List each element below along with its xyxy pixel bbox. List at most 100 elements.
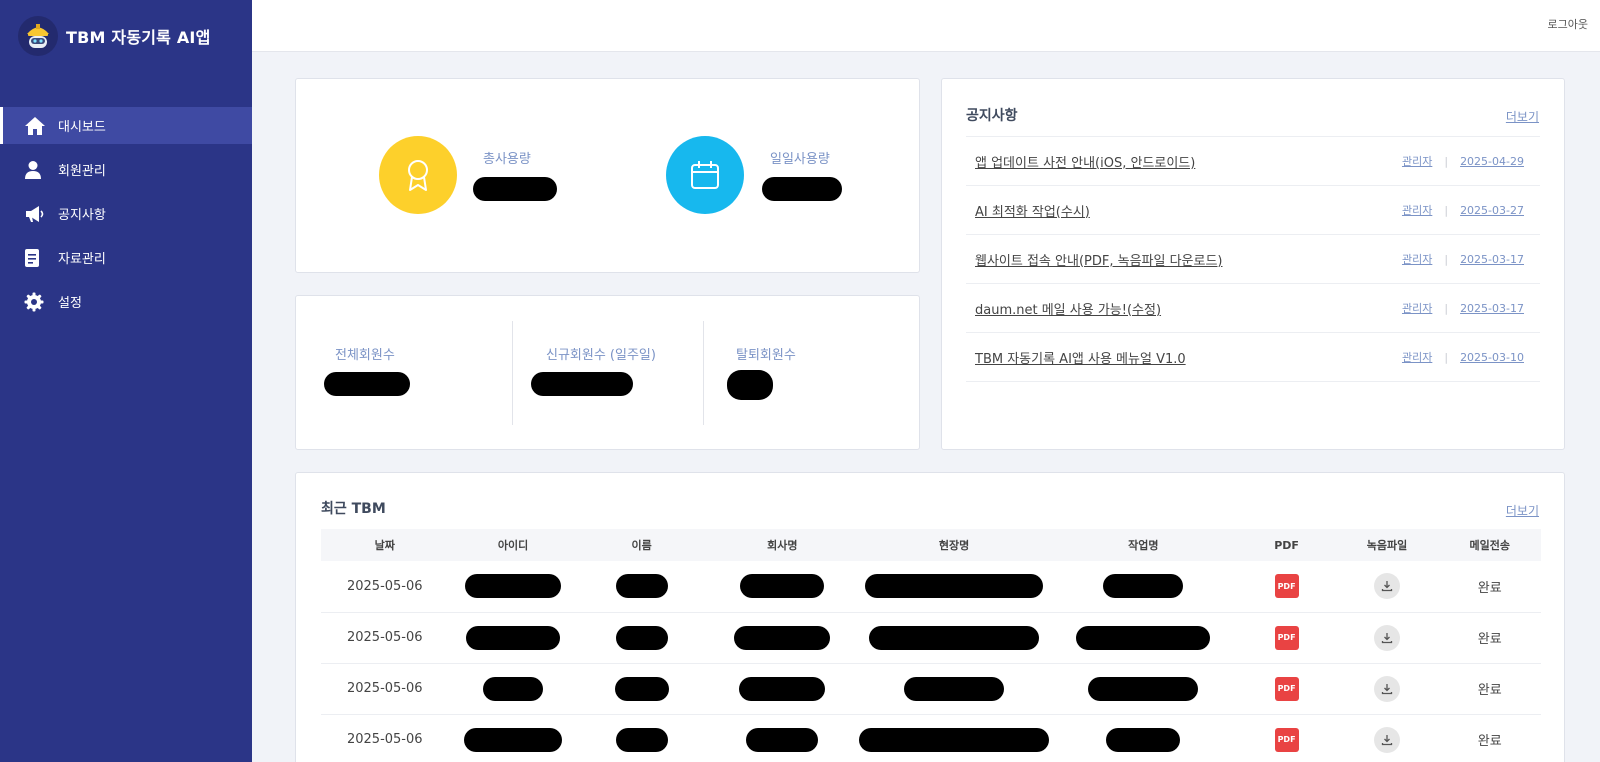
redacted-value xyxy=(483,676,544,701)
table-row[interactable]: 2025-05-06 PDF 완료 xyxy=(321,663,1541,715)
table-row[interactable]: 2025-05-06 PDF 완료 xyxy=(321,612,1541,664)
notice-meta: 관리자 | 2025-04-29 xyxy=(1402,153,1524,169)
daily-usage-value-redacted xyxy=(762,177,842,201)
recent-tbm-card: 최근 TBM 더보기 날짜 아이디 이름 회사명 현장명 작업명 PDF 녹음파… xyxy=(295,472,1565,762)
notice-row: 앱 업데이트 사전 안내(iOS, 안드로이드) 관리자 | 2025-04-29 xyxy=(966,137,1540,186)
download-icon[interactable] xyxy=(1373,573,1400,600)
notice-list: 앱 업데이트 사전 안내(iOS, 안드로이드) 관리자 | 2025-04-29 … xyxy=(966,136,1540,382)
column-header-recording[interactable]: 녹음파일 xyxy=(1336,529,1439,561)
notice-meta: 관리자 | 2025-03-27 xyxy=(1402,202,1524,218)
download-icon[interactable] xyxy=(1373,726,1400,753)
notice-row: AI 최적화 작업(수시) 관리자 | 2025-03-27 xyxy=(966,186,1540,235)
cell-site xyxy=(859,663,1050,715)
notice-author[interactable]: 관리자 xyxy=(1402,153,1432,169)
app-logo[interactable]: TBM 자동기록 AI앱 xyxy=(18,16,211,56)
column-header-site[interactable]: 현장명 xyxy=(859,529,1049,561)
notice-meta: 관리자 | 2025-03-17 xyxy=(1402,251,1524,267)
recent-tbm-more-link[interactable]: 더보기 xyxy=(1506,502,1539,519)
table-row[interactable]: 2025-05-06 PDF 완료 xyxy=(321,561,1541,613)
cell-pdf: PDF xyxy=(1237,561,1336,613)
notice-item-title[interactable]: TBM 자동기록 AI앱 사용 메뉴얼 V1.0 xyxy=(975,348,1186,367)
notice-more-link[interactable]: 더보기 xyxy=(1506,108,1539,125)
cell-date: 2025-05-06 xyxy=(321,714,449,762)
redacted-value xyxy=(739,676,826,701)
notice-row: TBM 자동기록 AI앱 사용 메뉴얼 V1.0 관리자 | 2025-03-10 xyxy=(966,333,1540,382)
sidebar-item-members[interactable]: 회원관리 xyxy=(0,151,252,188)
cell-company xyxy=(705,663,860,715)
table-header-row: 날짜 아이디 이름 회사명 현장명 작업명 PDF 녹음파일 메일전송 xyxy=(321,529,1541,561)
pdf-file-icon[interactable]: PDF xyxy=(1274,574,1299,599)
column-header-id[interactable]: 아이디 xyxy=(449,529,578,561)
notice-item-title[interactable]: AI 최적화 작업(수시) xyxy=(975,201,1090,220)
notice-author[interactable]: 관리자 xyxy=(1402,300,1432,316)
cell-name xyxy=(577,663,706,715)
sidebar-item-resources[interactable]: 자료관리 xyxy=(0,239,252,276)
column-header-task[interactable]: 작업명 xyxy=(1049,529,1238,561)
meta-separator: | xyxy=(1444,252,1449,266)
top-header: 로그아웃 xyxy=(252,0,1600,52)
calendar-icon xyxy=(666,136,744,214)
column-header-name[interactable]: 이름 xyxy=(578,529,706,561)
cell-mail-status: 완료 xyxy=(1438,612,1541,664)
home-icon xyxy=(24,116,50,136)
column-header-date[interactable]: 날짜 xyxy=(321,529,449,561)
download-icon[interactable] xyxy=(1373,624,1400,651)
redacted-value xyxy=(740,574,825,599)
redacted-value xyxy=(466,625,561,650)
notice-row: 웹사이트 접속 안내(PDF, 녹음파일 다운로드) 관리자 | 2025-03-1… xyxy=(966,235,1540,284)
recent-tbm-title: 최근 TBM xyxy=(321,501,386,517)
notice-date[interactable]: 2025-03-17 xyxy=(1460,302,1524,315)
table-row[interactable]: 2025-05-06 PDF 완료 xyxy=(321,714,1541,762)
pdf-file-icon[interactable]: PDF xyxy=(1274,727,1299,752)
award-icon xyxy=(379,136,457,214)
cell-task xyxy=(1049,561,1238,613)
sidebar-item-dashboard[interactable]: 대시보드 xyxy=(0,107,252,144)
members-card: 전체회원수 신규회원수 (일주일) 탈퇴회원수 xyxy=(295,295,920,450)
document-icon xyxy=(24,248,50,268)
redacted-value xyxy=(615,727,668,752)
pdf-file-icon[interactable]: PDF xyxy=(1274,625,1299,650)
notice-item-title[interactable]: daum.net 메일 사용 가능!(수정) xyxy=(975,299,1161,318)
column-header-pdf[interactable]: PDF xyxy=(1238,529,1336,561)
sidebar-nav: 대시보드 회원관리 공지사항 자료관리 설정 xyxy=(0,107,252,327)
daily-usage-label: 일일사용량 xyxy=(770,152,830,167)
logout-link[interactable]: 로그아웃 xyxy=(1548,16,1588,32)
gear-icon xyxy=(24,292,50,312)
app-title: TBM 자동기록 AI앱 xyxy=(66,28,211,47)
notice-date[interactable]: 2025-03-17 xyxy=(1460,253,1524,266)
notice-author[interactable]: 관리자 xyxy=(1402,202,1432,218)
download-icon[interactable] xyxy=(1373,675,1400,702)
cell-mail-status: 완료 xyxy=(1438,714,1541,762)
notice-item-title[interactable]: 앱 업데이트 사전 안내(iOS, 안드로이드) xyxy=(975,152,1195,171)
sidebar-item-settings[interactable]: 설정 xyxy=(0,283,252,320)
daily-usage-stat: 일일사용량 xyxy=(666,136,842,214)
total-usage-value-redacted xyxy=(473,177,557,201)
total-usage-stat: 총사용량 xyxy=(379,136,557,214)
sidebar: TBM 자동기록 AI앱 대시보드 회원관리 공지사항 자료관리 설정 xyxy=(0,0,252,762)
notice-item-title[interactable]: 웹사이트 접속 안내(PDF, 녹음파일 다운로드) xyxy=(975,250,1223,269)
redacted-value xyxy=(1076,625,1211,650)
notice-meta: 관리자 | 2025-03-10 xyxy=(1402,349,1524,365)
notice-author[interactable]: 관리자 xyxy=(1402,349,1432,365)
new-members-label: 신규회원수 (일주일) xyxy=(546,348,656,363)
cell-name xyxy=(577,612,706,664)
withdrawn-members-label: 탈퇴회원수 xyxy=(736,348,796,363)
notice-date[interactable]: 2025-03-10 xyxy=(1460,351,1524,364)
notice-author[interactable]: 관리자 xyxy=(1402,251,1432,267)
total-members-label: 전체회원수 xyxy=(335,348,395,363)
notice-row: daum.net 메일 사용 가능!(수정) 관리자 | 2025-03-17 xyxy=(966,284,1540,333)
column-header-company[interactable]: 회사명 xyxy=(706,529,859,561)
redacted-value xyxy=(904,676,1005,701)
megaphone-icon xyxy=(24,205,50,223)
notice-date[interactable]: 2025-03-27 xyxy=(1460,204,1524,217)
redacted-value xyxy=(1106,727,1181,752)
redacted-value xyxy=(465,574,562,599)
cell-pdf: PDF xyxy=(1237,612,1336,664)
notice-date[interactable]: 2025-04-29 xyxy=(1460,155,1524,168)
sidebar-item-notices[interactable]: 공지사항 xyxy=(0,195,252,232)
pdf-file-icon[interactable]: PDF xyxy=(1274,676,1299,701)
meta-separator: | xyxy=(1444,350,1449,364)
column-header-mail[interactable]: 메일전송 xyxy=(1438,529,1541,561)
cell-site xyxy=(859,612,1050,664)
cell-recording xyxy=(1335,714,1439,762)
